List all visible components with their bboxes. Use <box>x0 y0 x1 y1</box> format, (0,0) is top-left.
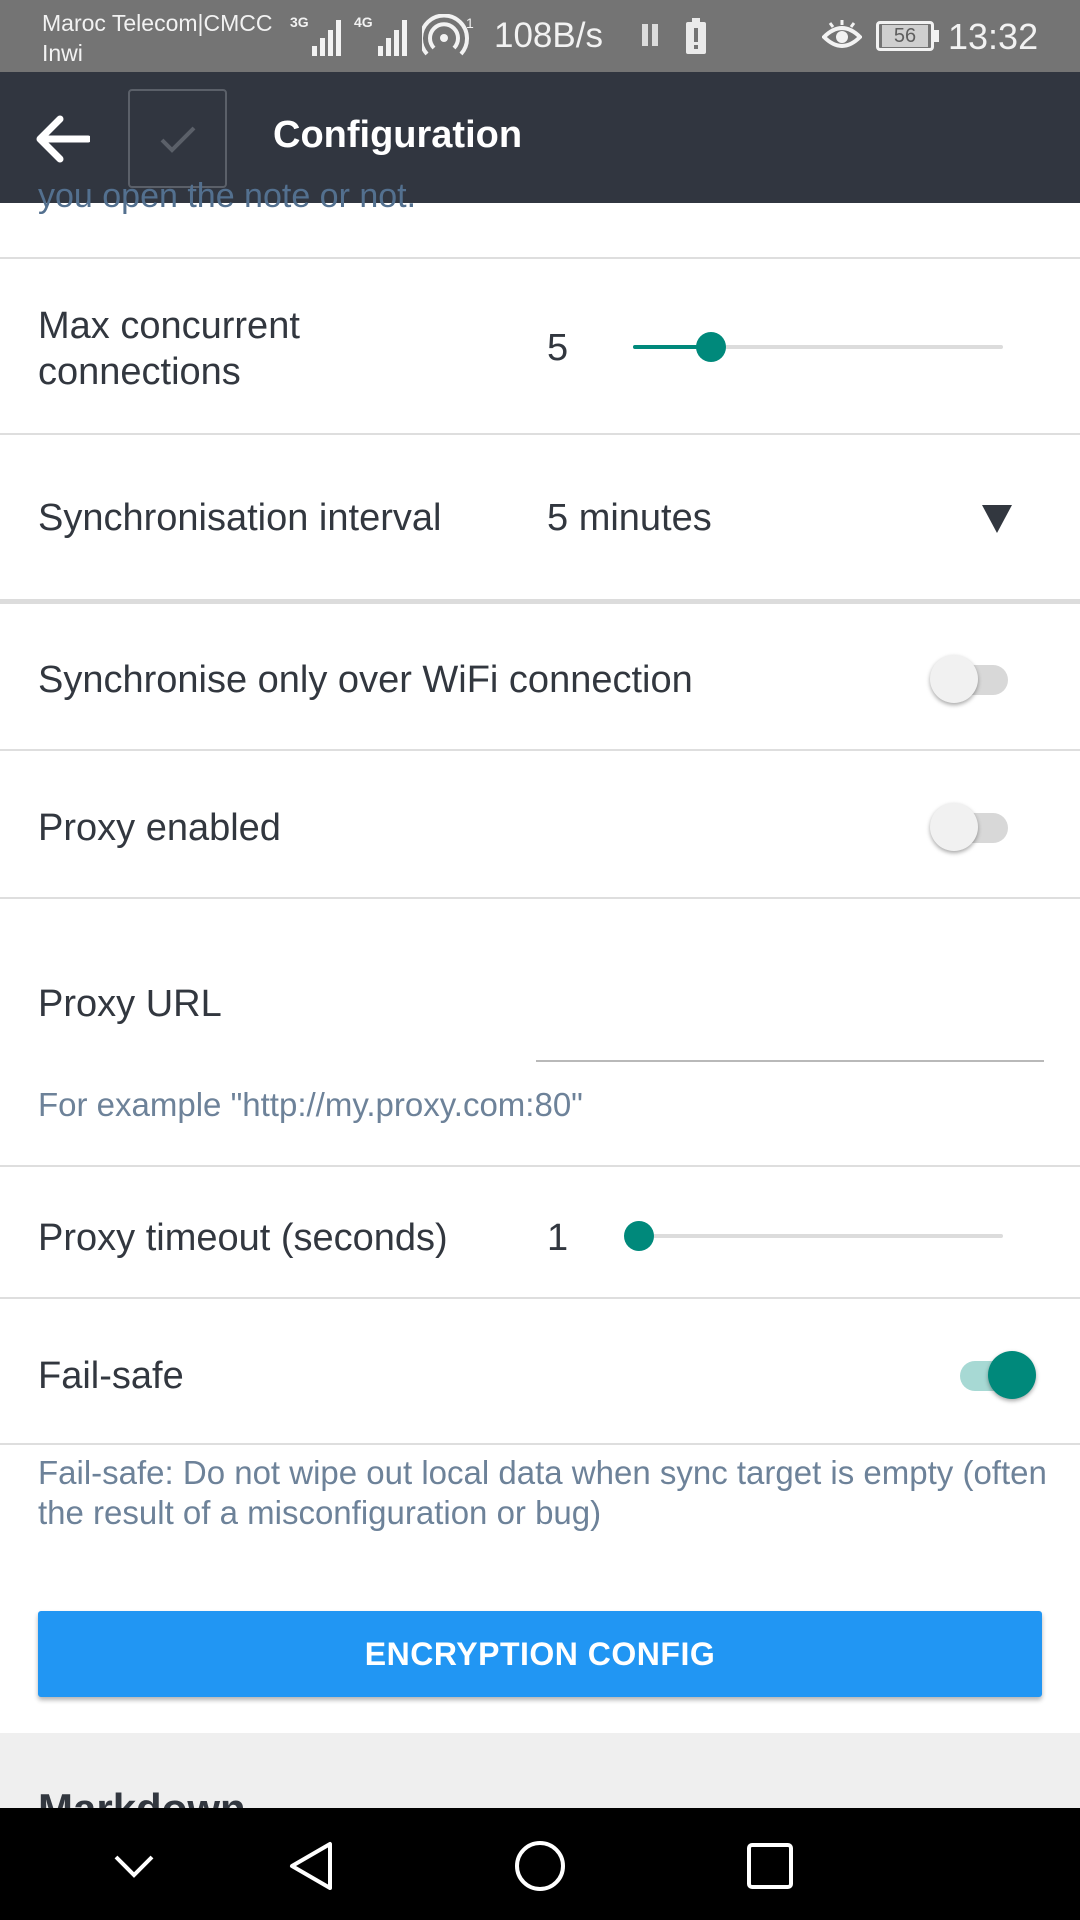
carrier-line-2: Inwi <box>42 40 83 66</box>
network-speed: 108B/s <box>494 16 603 55</box>
sync-interval-dropdown[interactable]: 5 minutes <box>540 473 1040 563</box>
back-button[interactable] <box>28 105 96 173</box>
sync-interval-value: 5 minutes <box>547 497 712 539</box>
checkmark-icon <box>160 126 195 153</box>
battery-alert-icon <box>686 18 706 54</box>
proxy-url-label: Proxy URL <box>38 983 222 1025</box>
circle-home-icon <box>515 1841 565 1891</box>
carrier-line-1: Maroc Telecom|CMCC <box>42 10 273 36</box>
proxy-url-underline <box>536 1060 1044 1062</box>
slider-track <box>639 1234 1003 1238</box>
divider <box>0 433 1080 435</box>
network-indicators: 3G 4G 1 <box>290 14 476 58</box>
max-connections-label: Max concurrent connections <box>38 305 300 393</box>
divider <box>0 1297 1080 1299</box>
battery-icon: 56 <box>876 21 940 51</box>
back-nav-button[interactable] <box>278 1834 342 1898</box>
encryption-config-button[interactable]: ENCRYPTION CONFIG <box>38 1611 1042 1697</box>
divider <box>0 1165 1080 1167</box>
proxy-timeout-label: Proxy timeout (seconds) <box>38 1217 448 1259</box>
pause-icon <box>642 24 658 46</box>
recents-nav-button[interactable] <box>738 1834 802 1898</box>
battery-level: 56 <box>882 25 928 47</box>
chevron-down-icon <box>114 1855 154 1878</box>
triangle-back-icon <box>290 1842 332 1890</box>
wifi-only-label: Synchronise only over WiFi connection <box>38 659 693 701</box>
dropdown-arrow-icon <box>982 505 1012 533</box>
screen: Maroc Telecom|CMCC Inwi 3G 4G 1 108B/s 5… <box>0 0 1080 1920</box>
slider-thumb[interactable] <box>624 1221 654 1251</box>
divider <box>0 749 1080 751</box>
svg-text:1: 1 <box>466 15 474 31</box>
status-bar: Maroc Telecom|CMCC Inwi 3G 4G 1 108B/s 5… <box>0 0 1080 72</box>
wifi-only-toggle[interactable] <box>930 653 1014 705</box>
clock: 13:32 <box>948 16 1039 57</box>
fail-safe-description: Fail-safe: Do not wipe out local data wh… <box>38 1454 1047 1531</box>
home-nav-button[interactable] <box>508 1834 572 1898</box>
divider <box>0 257 1080 259</box>
fail-safe-toggle[interactable] <box>950 1349 1036 1401</box>
navigation-bar <box>0 1808 1080 1920</box>
proxy-enabled-toggle[interactable] <box>930 801 1014 853</box>
section-divider <box>0 599 1080 604</box>
hide-nav-button[interactable] <box>102 1834 166 1898</box>
proxy-url-hint: For example "http://my.proxy.com:80" <box>38 1086 583 1123</box>
slider-thumb[interactable] <box>696 332 726 362</box>
sync-interval-label: Synchronisation interval <box>38 497 442 539</box>
divider <box>0 1443 1080 1445</box>
signal-4g-icon: 4G <box>354 14 414 58</box>
max-connections-value: 5 <box>547 327 569 369</box>
carrier-info: Maroc Telecom|CMCC Inwi <box>42 8 272 68</box>
proxy-url-input[interactable] <box>536 973 1044 1029</box>
fail-safe-label: Fail-safe <box>38 1355 184 1397</box>
signal-3g-icon: 3G <box>290 14 346 58</box>
square-recents-icon <box>747 1843 793 1889</box>
proxy-timeout-value: 1 <box>547 1217 569 1259</box>
hotspot-icon: 1 <box>422 14 474 56</box>
save-button[interactable] <box>128 89 227 188</box>
proxy-enabled-label: Proxy enabled <box>38 807 281 849</box>
eye-comfort-icon <box>822 20 862 48</box>
divider <box>0 897 1080 899</box>
previous-setting-description: you open the note or not. <box>38 177 417 215</box>
page-title: Configuration <box>273 114 523 156</box>
arrow-left-icon <box>36 115 90 163</box>
